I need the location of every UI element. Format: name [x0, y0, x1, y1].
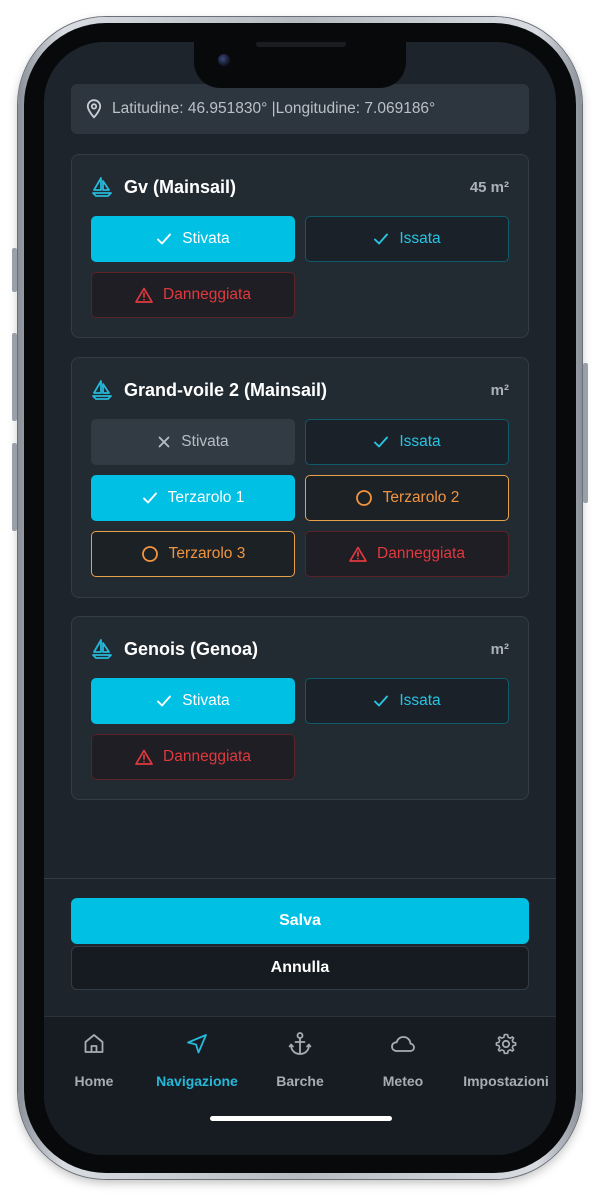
sailboat-icon — [91, 638, 113, 665]
gear-icon — [495, 1033, 517, 1055]
damaged-button[interactable]: Danneggiata — [305, 531, 509, 577]
sail-name: Genois (Genoa) — [124, 639, 259, 659]
tab-meteo[interactable]: Meteo — [351, 1029, 455, 1089]
button-label: Terzarolo 2 — [382, 489, 460, 506]
sail-card-genois: Genois (Genoa) m² Stivata Issata Dannegg… — [71, 616, 529, 800]
tab-label: Meteo — [382, 1073, 424, 1089]
check-icon — [142, 492, 157, 504]
button-label: Danneggiata — [163, 286, 251, 303]
check-icon — [157, 695, 172, 707]
stowed-button[interactable]: Stivata — [91, 216, 295, 262]
button-label: Issata — [399, 433, 441, 450]
sail-name: Grand-voile 2 (Mainsail) — [124, 380, 328, 400]
reef-3-button[interactable]: Terzarolo 3 — [91, 531, 295, 577]
button-label: Stivata — [182, 692, 230, 709]
stowed-button[interactable]: Stivata — [91, 678, 295, 724]
hoisted-button[interactable]: Issata — [305, 216, 509, 262]
warning-icon — [135, 749, 153, 765]
reef-2-button[interactable]: Terzarolo 2 — [305, 475, 509, 521]
navigation-icon — [187, 1034, 207, 1054]
speaker — [256, 42, 346, 47]
location-bar: Latitudine: 46.951830° |Longitudine: 7.0… — [71, 84, 529, 134]
sail-area: 45 m² — [469, 179, 509, 196]
tab-label: Barche — [276, 1073, 324, 1089]
volume-up-button — [12, 333, 17, 421]
warning-icon — [349, 546, 367, 562]
silent-switch — [12, 248, 17, 292]
tab-navigazione[interactable]: Navigazione — [145, 1029, 249, 1089]
tab-barche[interactable]: Barche — [248, 1029, 352, 1089]
button-label: Issata — [399, 692, 441, 709]
sailboat-icon — [91, 379, 113, 406]
check-icon — [157, 233, 172, 245]
sail-card-header: Gv (Mainsail) 45 m² — [72, 176, 528, 200]
button-label: Terzarolo 1 — [167, 489, 245, 506]
tab-label: Navigazione — [156, 1073, 238, 1089]
cloud-icon — [391, 1036, 415, 1052]
sail-name: Gv (Mainsail) — [124, 177, 237, 197]
reef-1-button[interactable]: Terzarolo 1 — [91, 475, 295, 521]
tab-label: Home — [74, 1073, 114, 1089]
button-label: Danneggiata — [163, 748, 251, 765]
sail-card-header: Grand-voile 2 (Mainsail) m² — [72, 379, 528, 403]
sailboat-icon — [91, 176, 113, 203]
circle-icon — [141, 546, 158, 562]
button-label: Terzarolo 3 — [168, 545, 246, 562]
map-pin-icon — [86, 99, 102, 119]
tab-home[interactable]: Home — [44, 1029, 146, 1089]
save-button[interactable]: Salva — [71, 898, 529, 944]
circle-icon — [355, 490, 372, 506]
x-icon — [158, 436, 170, 448]
button-label: Stivata — [181, 433, 229, 450]
volume-down-button — [12, 443, 17, 531]
button-label: Stivata — [182, 230, 230, 247]
damaged-button[interactable]: Danneggiata — [91, 734, 295, 780]
footer-divider — [44, 878, 556, 879]
sail-area: m² — [490, 641, 509, 658]
tab-bar: Home Navigazione Barche Meteo Impostazio… — [44, 1016, 556, 1155]
tab-impostazioni[interactable]: Impostazioni — [454, 1029, 556, 1089]
check-icon — [374, 695, 389, 707]
front-camera — [218, 54, 230, 66]
cancel-button[interactable]: Annulla — [71, 946, 529, 990]
button-label: Issata — [399, 230, 441, 247]
damaged-button[interactable]: Danneggiata — [91, 272, 295, 318]
app-screen: Latitudine: 46.951830° |Longitudine: 7.0… — [44, 42, 556, 1155]
notch — [194, 42, 406, 88]
button-label: Danneggiata — [377, 545, 465, 562]
power-button — [583, 363, 588, 503]
sail-area: m² — [490, 382, 509, 399]
app-content: Latitudine: 46.951830° |Longitudine: 7.0… — [44, 42, 556, 1155]
home-icon — [84, 1034, 104, 1053]
stowed-button[interactable]: Stivata — [91, 419, 295, 465]
hoisted-button[interactable]: Issata — [305, 678, 509, 724]
tab-label: Impostazioni — [463, 1073, 549, 1089]
sail-card-gv: Gv (Mainsail) 45 m² Stivata Issata Danne… — [71, 154, 529, 338]
anchor-icon — [288, 1032, 312, 1055]
warning-icon — [135, 287, 153, 303]
hoisted-button[interactable]: Issata — [305, 419, 509, 465]
sail-card-header: Genois (Genoa) m² — [72, 638, 528, 662]
check-icon — [374, 233, 389, 245]
sail-card-grand-voile-2: Grand-voile 2 (Mainsail) m² Stivata Issa… — [71, 357, 529, 598]
coordinates-text: Latitudine: 46.951830° |Longitudine: 7.0… — [112, 100, 436, 117]
home-indicator[interactable] — [210, 1116, 392, 1121]
check-icon — [374, 436, 389, 448]
